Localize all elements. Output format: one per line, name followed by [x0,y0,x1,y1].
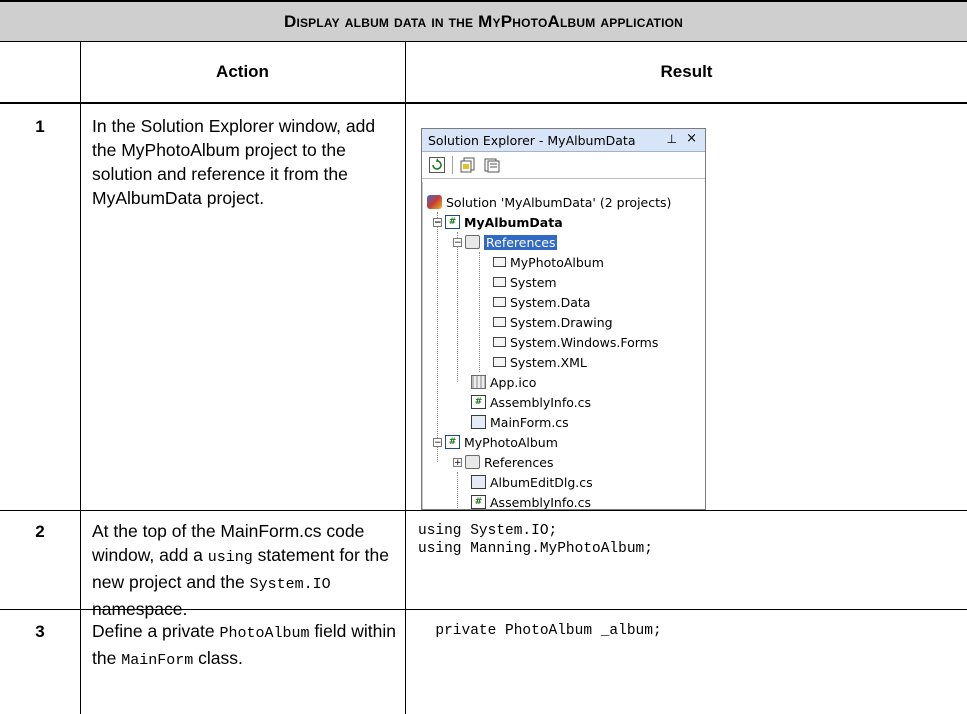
reference-icon [493,317,506,327]
step-action-text: In the Solution Explorer window, add the… [92,116,376,208]
references-folder-icon [465,455,480,469]
reference-icon [493,277,506,287]
reference-icon [493,257,506,267]
tree-item-references[interactable]: − References [453,232,558,252]
tree-item-file[interactable]: MainForm.cs [471,412,569,432]
tree-item-reference[interactable]: System.Drawing [493,312,613,332]
expand-icon[interactable]: + [453,457,462,467]
tree-item-reference[interactable]: System.XML [493,352,587,372]
step-number: 1 [35,117,45,136]
cs-file-icon: # [471,395,486,409]
tree-item-project[interactable]: − # MyAlbumData [433,212,563,232]
tree-item-reference[interactable]: System.Data [493,292,590,312]
properties-icon[interactable] [483,156,501,174]
column-header-action: Action [216,62,269,81]
solution-explorer-titlebar: Solution Explorer - MyAlbumData ⊥ × [422,129,705,152]
tree-item-solution[interactable]: Solution 'MyAlbumData' (2 projects) [427,192,671,212]
tree-item-reference[interactable]: System [493,272,557,292]
tree-item-file[interactable]: # AssemblyInfo.cs [471,392,591,412]
code-line: using Manning.MyPhotoAlbum; [418,541,653,557]
table-title: Display album data in the MyPhotoAlbum a… [0,0,967,42]
reference-icon [493,297,506,307]
references-folder-icon [465,235,480,249]
step-number: 3 [35,622,45,641]
column-divider [405,42,406,714]
form-file-icon [471,475,486,489]
step-action-text: Define a private PhotoAlbum field within… [92,621,397,669]
inline-code: MainForm [121,652,194,669]
close-icon[interactable]: × [686,131,697,146]
inline-code: using [207,549,253,566]
row-divider [0,510,967,511]
code-block: using System.IO; using Manning.MyPhotoAlb… [418,522,653,558]
show-all-files-icon[interactable] [459,156,477,174]
solution-icon [427,195,442,209]
collapse-icon[interactable]: − [453,237,462,247]
tree-item-references[interactable]: + References [453,452,553,472]
ico-file-icon [471,375,486,389]
solution-explorer-toolbar [422,152,705,179]
code-line: private PhotoAlbum _album; [418,623,662,639]
solution-explorer-title: Solution Explorer - MyAlbumData [428,132,636,148]
solution-tree: Solution 'MyAlbumData' (2 projects) − # … [422,182,705,509]
column-divider [80,42,81,714]
project-icon: # [445,215,460,229]
column-header-result: Result [660,62,713,81]
table-header-row: Action Result [0,42,967,104]
reference-icon [493,337,506,347]
step-action-text: At the top of the MainForm.cs code windo… [92,521,389,619]
inline-code: System.IO [249,576,331,593]
tree-item-file[interactable]: # AssemblyInfo.cs [471,492,591,509]
refresh-icon[interactable] [428,156,446,174]
toolbar-separator [452,156,453,174]
tree-item-reference[interactable]: MyPhotoAlbum [493,252,604,272]
tree-item-reference[interactable]: System.Windows.Forms [493,332,658,352]
solution-explorer-window: Solution Explorer - MyAlbumData ⊥ × Solu… [421,128,706,510]
cs-file-icon: # [471,495,486,509]
collapse-icon[interactable]: − [433,217,442,227]
tree-item-file[interactable]: App.ico [471,372,536,392]
inline-code: PhotoAlbum [219,625,310,642]
tree-item-project[interactable]: − # MyPhotoAlbum [433,432,558,452]
code-line: using System.IO; [418,523,558,539]
collapse-icon[interactable]: − [433,437,442,447]
form-file-icon [471,415,486,429]
step-number: 2 [35,522,45,541]
reference-icon [493,357,506,367]
code-block: private PhotoAlbum _album; [418,622,662,640]
project-icon: # [445,435,460,449]
tree-item-file[interactable]: AlbumEditDlg.cs [471,472,593,492]
pin-icon[interactable]: ⊥ [667,132,677,146]
